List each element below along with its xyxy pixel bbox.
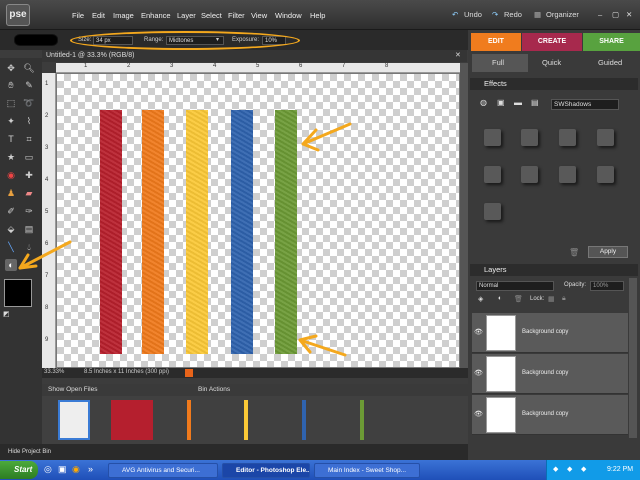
bin-thumb-green[interactable] bbox=[360, 400, 364, 440]
adjustment-layer-icon[interactable]: ◐ bbox=[498, 295, 502, 302]
layers-header: Layers bbox=[470, 264, 638, 276]
quick-launch-icon[interactable]: ▣ bbox=[58, 464, 67, 475]
shadow-effect-5[interactable] bbox=[484, 166, 501, 183]
tab-create[interactable]: CREATE bbox=[522, 33, 582, 51]
tray-icon[interactable]: ◆ bbox=[567, 465, 572, 473]
task-button-photoshop[interactable]: Editor - Photoshop Ele... bbox=[222, 463, 310, 478]
clock: 9:22 PM bbox=[607, 466, 634, 473]
bin-thumb-blue[interactable] bbox=[302, 400, 306, 440]
shadow-effect-2[interactable] bbox=[521, 129, 538, 146]
bin-actions-menu[interactable]: Bin Actions bbox=[198, 386, 230, 393]
project-bin-header: Show Open Files Bin Actions bbox=[42, 384, 468, 396]
apply-button[interactable]: Apply bbox=[588, 246, 628, 258]
tab-share[interactable]: SHARE bbox=[583, 33, 640, 51]
tab-full-label: Full bbox=[492, 58, 505, 67]
start-button[interactable]: Start bbox=[0, 461, 38, 479]
filters-icon[interactable]: ◍ bbox=[480, 98, 487, 107]
tab-quick[interactable]: Quick bbox=[542, 54, 561, 72]
eye-icon[interactable]: 👁︎ bbox=[474, 410, 483, 418]
layer-thumbnail bbox=[486, 397, 516, 433]
system-tray: ◆ ◆ ◆ 9:22 PM bbox=[546, 460, 640, 480]
hide-project-bin-button[interactable]: Hide Project Bin bbox=[8, 449, 51, 455]
trash-icon[interactable]: 🗑︎ bbox=[569, 248, 579, 257]
bin-thumb-orange[interactable] bbox=[187, 400, 191, 440]
bin-thumb-document[interactable] bbox=[58, 400, 90, 440]
tab-edit[interactable]: EDIT bbox=[471, 33, 521, 51]
shadow-effect-6[interactable] bbox=[521, 166, 538, 183]
layer-row[interactable]: 👁︎ Background copy bbox=[472, 313, 628, 353]
quick-launch-icon[interactable]: ◉ bbox=[72, 464, 80, 475]
hide-bin-bar: Hide Project Bin bbox=[0, 444, 468, 460]
photo-effects-icon[interactable]: ▬ bbox=[514, 98, 522, 107]
all-effects-icon[interactable]: ▤ bbox=[531, 98, 539, 107]
zoom-level: 33.33% bbox=[44, 369, 65, 375]
layer-styles-icon[interactable]: ▣ bbox=[497, 98, 505, 107]
tab-guided[interactable]: Guided bbox=[598, 54, 622, 72]
document-size: 8.5 Inches x 11 Inches (300 ppi) bbox=[84, 369, 169, 375]
bin-thumb-yellow[interactable] bbox=[244, 400, 248, 440]
task-button-main-index[interactable]: Main Index - Sweet Shop... bbox=[314, 463, 420, 478]
layer-thumbnail bbox=[486, 356, 516, 392]
layer-name: Background copy bbox=[522, 370, 569, 376]
show-open-files-select[interactable]: Show Open Files bbox=[48, 386, 98, 393]
lock-transparency-icon[interactable]: ▦ bbox=[548, 295, 555, 303]
quick-launch-icon[interactable]: ◎ bbox=[44, 464, 52, 475]
effects-title: Effects bbox=[484, 79, 507, 88]
bin-thumb-red[interactable] bbox=[111, 400, 153, 440]
layer-name: Background copy bbox=[522, 329, 569, 335]
status-menu-icon[interactable] bbox=[185, 369, 193, 377]
opacity-label: Opacity: bbox=[564, 282, 587, 288]
delete-layer-icon[interactable]: 🗑︎ bbox=[514, 295, 523, 303]
status-bar: 33.33% 8.5 Inches x 11 Inches (300 ppi) bbox=[42, 368, 468, 378]
lock-label: Lock: bbox=[530, 296, 545, 302]
shadow-effect-4[interactable] bbox=[597, 129, 614, 146]
tab-full[interactable]: Full bbox=[472, 54, 528, 72]
layer-thumbnail bbox=[486, 315, 516, 351]
effects-filter-select[interactable]: SWShadows bbox=[551, 99, 619, 110]
blend-mode-select[interactable]: Normal bbox=[476, 281, 554, 291]
layer-row[interactable]: 👁︎ Background copy bbox=[472, 395, 628, 435]
lock-all-icon[interactable]: 🔒︎ bbox=[562, 295, 566, 303]
layer-row[interactable]: 👁︎ Background copy bbox=[472, 354, 628, 394]
tray-icon[interactable]: ◆ bbox=[581, 465, 586, 473]
quick-launch-icon[interactable]: » bbox=[88, 464, 93, 474]
effects-header: Effects bbox=[470, 78, 638, 90]
task-button-avg[interactable]: AVG Antivirus and Securi... bbox=[108, 463, 218, 478]
tray-icon[interactable]: ◆ bbox=[553, 465, 558, 473]
shadow-effect-3[interactable] bbox=[559, 129, 576, 146]
shadow-effect-7[interactable] bbox=[559, 166, 576, 183]
shadow-effect-9[interactable] bbox=[484, 203, 501, 220]
layer-name: Background copy bbox=[522, 411, 569, 417]
eye-icon[interactable]: 👁︎ bbox=[474, 328, 483, 336]
project-bin bbox=[42, 396, 468, 444]
shadow-effect-8[interactable] bbox=[597, 166, 614, 183]
eye-icon[interactable]: 👁︎ bbox=[474, 369, 483, 377]
layers-title: Layers bbox=[484, 265, 507, 274]
layers-scrollbar[interactable] bbox=[629, 278, 637, 438]
new-layer-icon[interactable]: ◈ bbox=[478, 295, 483, 303]
shadow-effect-1[interactable] bbox=[484, 129, 501, 146]
opacity-field[interactable]: 100% bbox=[590, 281, 624, 291]
